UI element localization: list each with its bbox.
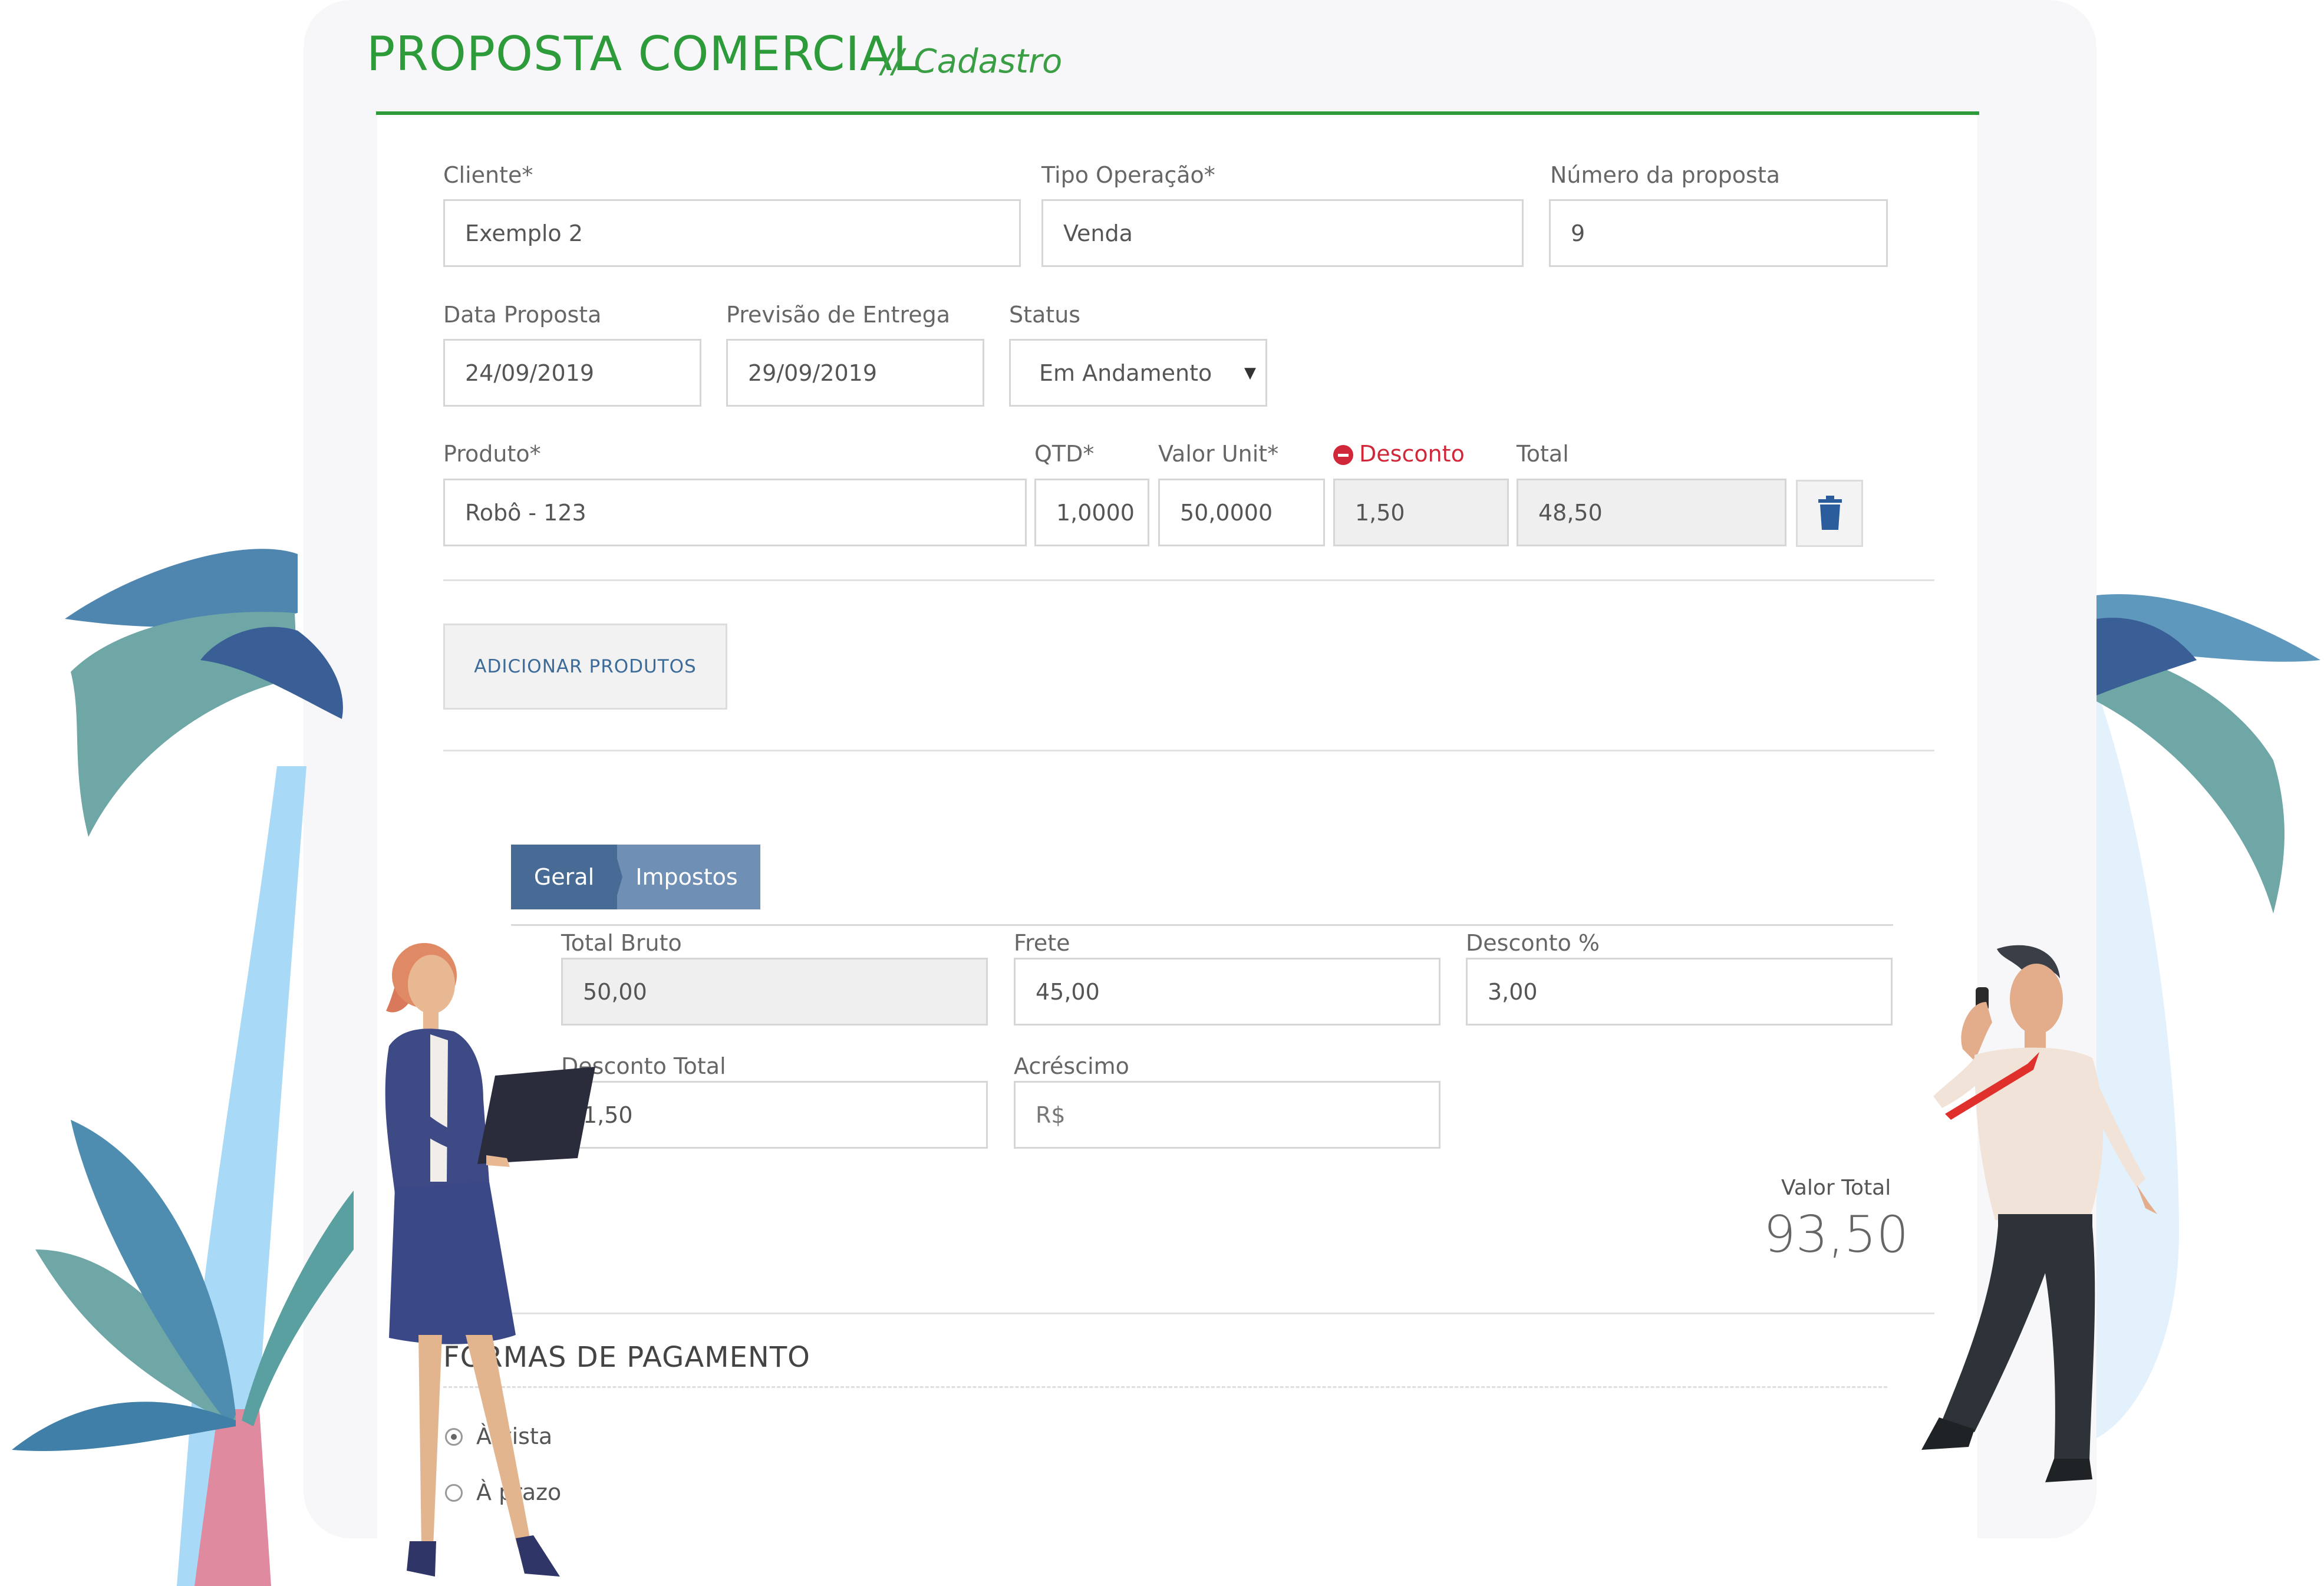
tipo-operacao-label: Tipo Operação* [1041,162,1215,188]
acrescimo-input[interactable]: R$ [1014,1081,1440,1149]
frete-input[interactable]: 45,00 [1014,958,1440,1026]
numero-proposta-input[interactable]: 9 [1549,199,1888,267]
divider [443,1313,1934,1314]
previsao-entrega-input[interactable]: 29/09/2019 [726,339,984,407]
valor-unit-label: Valor Unit* [1158,441,1279,467]
previsao-entrega-label: Previsão de Entrega [726,302,951,328]
desconto-pct-label: Desconto % [1466,930,1600,956]
qtd-label: QTD* [1034,441,1095,467]
desconto-input[interactable]: 1,50 [1333,479,1509,546]
acrescimo-label: Acréscimo [1014,1053,1129,1079]
tab-geral[interactable]: Geral [511,845,617,909]
caret-down-icon: ▼ [1244,364,1256,382]
data-proposta-input[interactable]: 24/09/2019 [443,339,701,407]
produto-input[interactable]: Robô - 123 [443,479,1027,546]
add-products-button[interactable]: ADICIONAR PRODUTOS [443,624,727,710]
trash-icon [1818,496,1842,530]
frete-label: Frete [1014,930,1070,956]
payment-divider [443,1386,1887,1388]
total-bruto-input: 50,00 [561,958,988,1026]
tab-underline [511,924,1893,926]
total-input: 48,50 [1517,479,1786,546]
desconto-pct-input[interactable]: 3,00 [1466,958,1893,1026]
title-underline [376,111,1979,115]
valor-unit-input[interactable]: 50,0000 [1158,479,1325,546]
form-sheet [377,113,1977,1539]
divider [443,579,1934,581]
qtd-input[interactable]: 1,0000 [1034,479,1149,546]
page-subtitle: // Cadastro [881,42,1063,81]
status-select[interactable]: Em Andamento ▼ [1009,339,1267,407]
cliente-label: Cliente* [443,162,533,188]
numero-proposta-label: Número da proposta [1550,162,1781,188]
total-label: Total [1517,441,1569,467]
status-value: Em Andamento [1039,360,1212,386]
tipo-operacao-input[interactable]: Venda [1041,199,1524,267]
tab-impostos[interactable]: Impostos [613,845,760,909]
divider [443,750,1934,751]
valor-total-label: Valor Total [1781,1176,1891,1200]
tab-arrow [613,845,622,909]
minus-circle-icon[interactable] [1333,445,1353,465]
status-label: Status [1009,302,1081,328]
data-proposta-label: Data Proposta [443,302,602,328]
delete-product-button[interactable] [1796,480,1863,547]
woman-with-laptop-illustration [385,943,595,1577]
desconto-total-input[interactable]: 1,50 [561,1081,988,1149]
page-title: PROPOSTA COMERCIAL [367,27,920,81]
cliente-input[interactable]: Exemplo 2 [443,199,1021,267]
desconto-label: Desconto [1359,441,1465,467]
produto-label: Produto* [443,441,541,467]
man-on-phone-illustration [1921,945,2157,1482]
palm-tree-left-illustration [12,549,354,1586]
